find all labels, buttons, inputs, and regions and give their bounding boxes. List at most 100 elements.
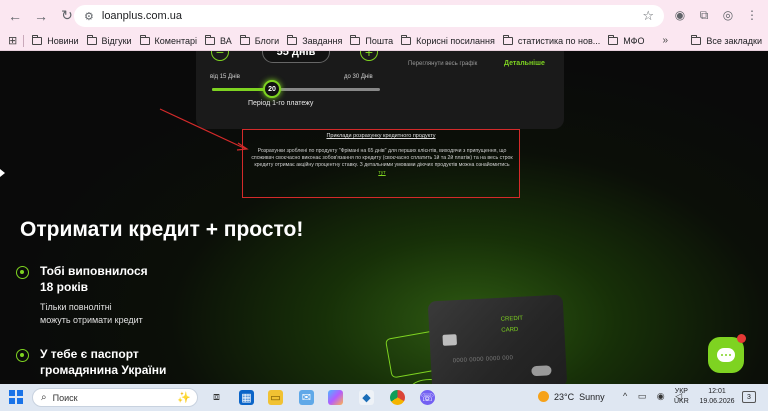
folder-icon (205, 34, 215, 45)
bookmark-label: ВА (220, 35, 232, 46)
bookmark-label: МФО (623, 35, 645, 46)
bookmark-label: Все закладки (706, 35, 762, 46)
view-schedule-link[interactable]: Переглянути весь графік (408, 61, 477, 67)
language-line: UKR (674, 398, 689, 405)
store-icon[interactable]: ▦ (239, 390, 254, 405)
notes-icon[interactable]: ◆ (359, 390, 374, 405)
bookmarks-overflow-button[interactable]: » (662, 35, 668, 46)
page-content: − 55 днів + від 15 Днів до 30 Днів 20 Пе… (0, 51, 768, 384)
chat-notification-dot (737, 334, 746, 343)
bookmark-label: Корисні посилання (416, 35, 495, 46)
target-icon (16, 266, 29, 279)
weather-widget[interactable]: 23°C Sunny (538, 391, 605, 402)
bookmark-folder[interactable]: Завдання (287, 34, 343, 46)
bookmark-folder[interactable]: статистика по нов... (502, 34, 601, 46)
taskbar-clock[interactable]: 12:01 19.06.2026 (697, 387, 737, 407)
bookmark-label: Блоги (254, 35, 280, 46)
feature-title: 18 років (40, 280, 89, 294)
chrome-icon[interactable] (390, 390, 405, 405)
viber-icon[interactable]: ☏ (420, 390, 435, 405)
mail-icon[interactable]: ✉ (299, 390, 314, 405)
mouse-cursor-icon (0, 169, 5, 177)
bookmark-label: статистика по нов... (517, 35, 601, 46)
period-label: Період 1-го платежу (248, 100, 314, 107)
folder-icon (401, 34, 412, 45)
feature-text: У тебе є паспорт громадянина України (40, 346, 166, 378)
bookmark-star-icon[interactable]: ☆ (642, 8, 654, 24)
site-info-icon[interactable]: ⚙ (84, 10, 94, 23)
plus-button[interactable]: + (360, 51, 378, 61)
chat-bubble-icon (717, 348, 735, 362)
folder-icon (239, 34, 250, 45)
feature-text: Тобі виповнилося 18 років Тільки повнолі… (40, 263, 148, 327)
bookmark-folder[interactable]: МФО (608, 34, 645, 46)
feature-title: Тобі виповнилося (40, 264, 148, 278)
folder-icon (350, 34, 361, 45)
windows-start-icon[interactable] (9, 390, 23, 404)
sun-icon (538, 391, 549, 402)
bookmark-folder[interactable]: Корисні посилання (401, 34, 495, 46)
card-label: CREDIT CARD (500, 314, 524, 337)
clock-time: 12:01 (708, 388, 726, 395)
target-icon (16, 349, 29, 362)
bookmarks-separator (23, 34, 25, 47)
camera-icon[interactable]: ◉ (670, 5, 690, 25)
period-slider-fill (212, 88, 268, 91)
bookmark-label: Новини (47, 35, 79, 46)
bookmark-label: Завдання (302, 35, 343, 46)
folder-icon (608, 34, 619, 45)
loan-calculator: − 55 днів + від 15 Днів до 30 Днів 20 Пе… (196, 51, 564, 129)
language-line: УКР (674, 388, 688, 395)
menu-icon[interactable]: ⋮ (742, 5, 762, 25)
card-logo-icon (531, 365, 552, 377)
task-view-icon[interactable]: ⧈ (209, 390, 224, 405)
credit-example-body: Розрахунки зроблені по продукту "Фрімані… (251, 148, 513, 169)
days-value: 55 днів (262, 51, 330, 63)
credit-example-title[interactable]: Приклади розрахунку кредитного продукту (243, 133, 519, 139)
range-max-label: до 30 Днів (344, 74, 373, 80)
language-indicator[interactable]: УКР UKR (674, 387, 689, 407)
credit-example-text: Розрахунки зроблені по продукту "Фрімані… (251, 148, 513, 177)
forward-icon[interactable]: → (30, 5, 52, 27)
folder-icon (691, 34, 702, 45)
hero-headline: Отримати кредит + просто! (20, 218, 304, 241)
bookmark-folder[interactable]: Відгуки (86, 34, 132, 46)
profile-icon[interactable]: ◎ (718, 5, 738, 25)
all-bookmarks-folder[interactable]: Все закладки (691, 34, 762, 46)
address-bar[interactable]: ⚙ loanplus.com.ua ☆ (74, 5, 664, 27)
bookmark-folder[interactable]: Блоги (239, 34, 280, 46)
search-icon: ⌕ (41, 392, 47, 403)
details-link[interactable]: Детальніше (504, 60, 545, 67)
credit-card-illustration: CREDIT CARD 0000 0000 0000 000 (427, 294, 568, 384)
search-highlight-icon: ✨ (177, 392, 191, 404)
notifications-button[interactable]: 3 (742, 391, 756, 403)
search-placeholder: Поиск (52, 392, 78, 403)
browser-toolbar: ← → ↻ ⚙ loanplus.com.ua ☆ ◉ ⧉ ◎ ⋮ (0, 0, 768, 31)
period-slider-track[interactable] (212, 88, 380, 91)
folder-icon (502, 34, 513, 45)
feature-title: громадянина України (40, 363, 167, 377)
feature-subtitle: Тільки повнолітні (40, 302, 112, 312)
back-icon[interactable]: ← (4, 5, 26, 27)
bookmark-folder[interactable]: ВА (205, 34, 232, 46)
bookmark-folder[interactable]: Пошта (350, 34, 394, 46)
taskbar-search-input[interactable]: ⌕ Поиск ✨ (32, 388, 198, 407)
bookmark-folder[interactable]: Новини (32, 34, 79, 46)
copilot-icon[interactable] (328, 390, 343, 405)
extensions-icon[interactable]: ⧉ (694, 5, 714, 25)
minus-button[interactable]: − (211, 51, 229, 61)
credit-example-box: Приклади розрахунку кредитного продукту … (242, 129, 520, 198)
folder-icon (139, 34, 150, 45)
clock-date: 19.06.2026 (699, 398, 735, 405)
feature-title: У тебе є паспорт (40, 347, 139, 361)
bookmark-label: Пошта (365, 35, 394, 46)
apps-grid-icon[interactable]: ⊞ (8, 34, 17, 47)
bookmark-folder[interactable]: Коментарі (139, 34, 197, 46)
folder-icon (32, 34, 43, 45)
taskbar: ⌕ Поиск ✨ ⧈ ▦ ▭ ✉ ◆ ☏ 23°C Sunny ^ ▭ ◉ ◁… (0, 384, 768, 411)
period-slider-thumb[interactable]: 20 (263, 80, 281, 98)
file-explorer-icon[interactable]: ▭ (268, 390, 283, 405)
terms-link[interactable]: тут (378, 170, 385, 176)
url-text: loanplus.com.ua (101, 10, 182, 22)
feature-item: У тебе є паспорт громадянина України (16, 346, 166, 378)
